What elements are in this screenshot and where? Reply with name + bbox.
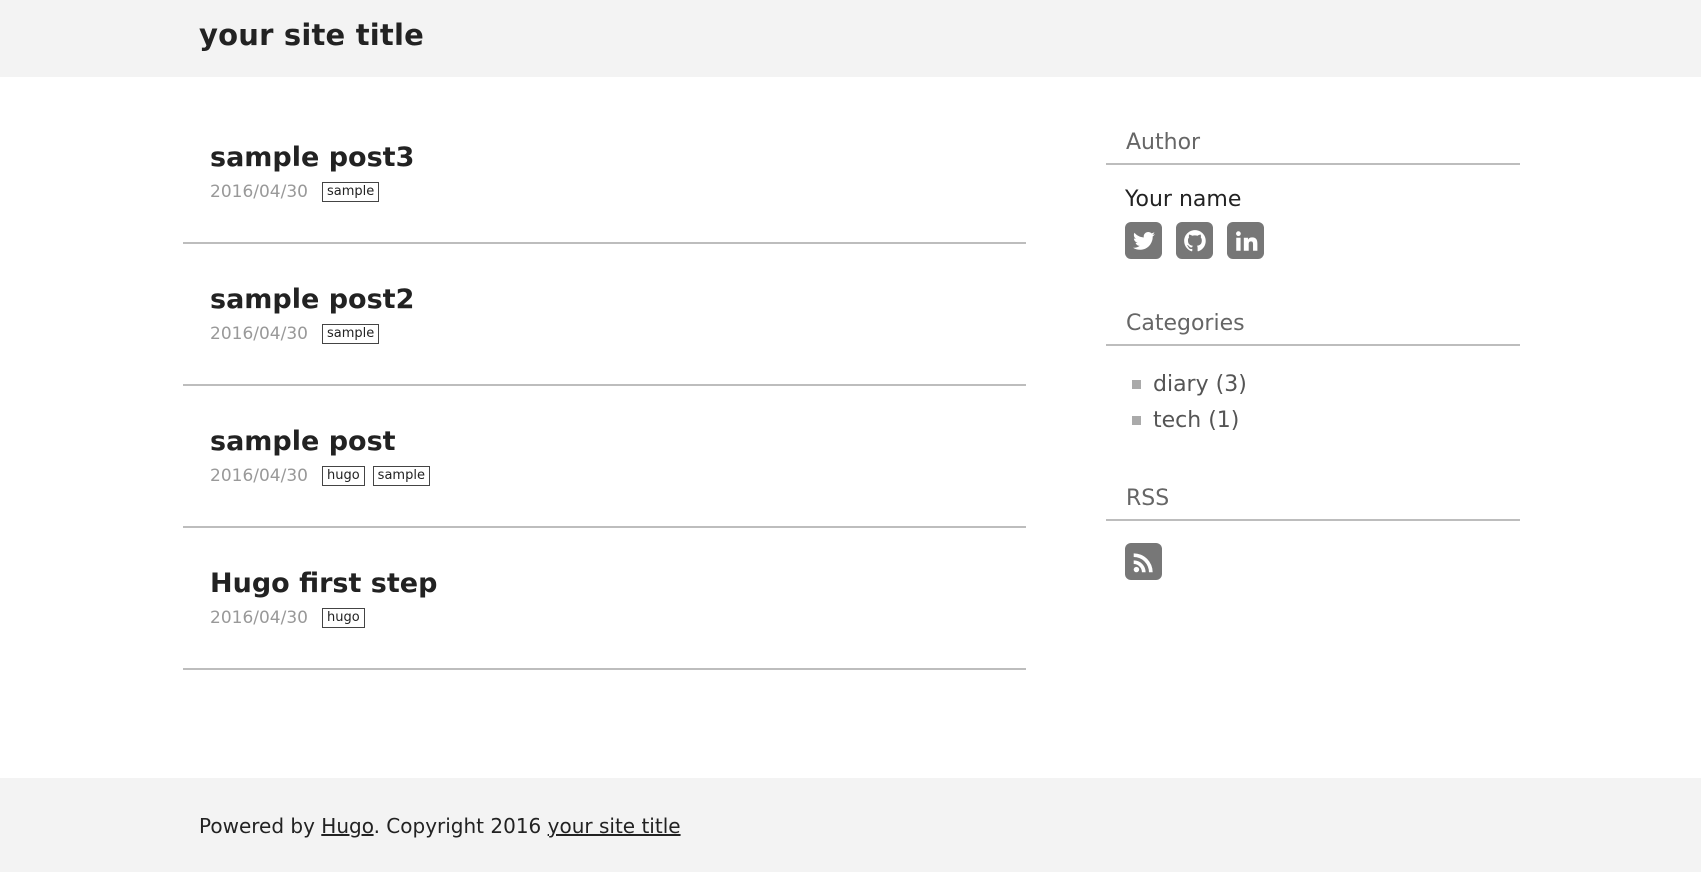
rss-icon[interactable] — [1125, 543, 1162, 580]
post-date: 2016/04/30 — [210, 608, 308, 628]
post-item: sample post2 2016/04/30 sample — [183, 244, 1026, 386]
tag-link[interactable]: hugo — [321, 466, 365, 486]
footer-site-link[interactable]: your site title — [548, 814, 681, 838]
github-icon[interactable] — [1176, 222, 1213, 259]
post-title-link[interactable]: sample post — [210, 426, 396, 457]
post-item: sample post3 2016/04/30 sample — [183, 102, 1026, 244]
categories-widget-title: Categories — [1106, 311, 1520, 346]
list-item: diary (3) — [1132, 366, 1520, 402]
post-date: 2016/04/30 — [210, 182, 308, 202]
social-icons — [1106, 222, 1520, 259]
post-list: sample post3 2016/04/30 sample sample po… — [183, 102, 1026, 670]
author-widget-title: Author — [1106, 130, 1520, 165]
tag-link[interactable]: sample — [372, 466, 430, 486]
footer-copyright: . Copyright 2016 — [373, 814, 548, 838]
post-item: Hugo first step 2016/04/30 hugo — [183, 528, 1026, 670]
post-meta: 2016/04/30 hugo sample — [210, 466, 438, 486]
linkedin-icon[interactable] — [1227, 222, 1264, 259]
hugo-link[interactable]: Hugo — [321, 814, 373, 838]
category-list: diary (3) tech (1) — [1106, 366, 1520, 438]
post-meta: 2016/04/30 sample — [210, 182, 387, 202]
site-footer: Powered by Hugo. Copyright 2016 your sit… — [0, 778, 1701, 872]
site-title-link[interactable]: your site title — [199, 18, 424, 52]
post-date: 2016/04/30 — [210, 324, 308, 344]
post-meta: 2016/04/30 sample — [210, 324, 387, 344]
tag-link[interactable]: hugo — [321, 608, 365, 628]
rss-widget: RSS — [1106, 486, 1520, 580]
post-item: sample post 2016/04/30 hugo sample — [183, 386, 1026, 528]
category-link-tech[interactable]: tech (1) — [1153, 408, 1239, 433]
rss-widget-title: RSS — [1106, 486, 1520, 521]
categories-widget: Categories diary (3) tech (1) — [1106, 311, 1520, 438]
author-widget: Author Your name — [1106, 130, 1520, 259]
tag-link[interactable]: sample — [321, 324, 380, 344]
bullet-icon — [1132, 379, 1141, 389]
rss-icon-wrap — [1106, 543, 1520, 580]
category-link-diary[interactable]: diary (3) — [1153, 372, 1247, 397]
post-meta: 2016/04/30 hugo — [210, 608, 373, 628]
post-title-link[interactable]: sample post3 — [210, 142, 414, 173]
sidebar: Author Your name Categories diary (3) te… — [1106, 130, 1520, 580]
author-name: Your name — [1125, 187, 1242, 212]
footer-prefix: Powered by — [199, 814, 322, 838]
tag-link[interactable]: sample — [321, 182, 380, 202]
post-date: 2016/04/30 — [210, 466, 308, 486]
bullet-icon — [1132, 415, 1141, 425]
site-header: your site title — [0, 0, 1701, 77]
post-title-link[interactable]: Hugo first step — [210, 568, 437, 599]
post-title-link[interactable]: sample post2 — [210, 284, 414, 315]
footer-text: Powered by Hugo. Copyright 2016 your sit… — [199, 814, 681, 838]
list-item: tech (1) — [1132, 402, 1520, 438]
twitter-icon[interactable] — [1125, 222, 1162, 259]
